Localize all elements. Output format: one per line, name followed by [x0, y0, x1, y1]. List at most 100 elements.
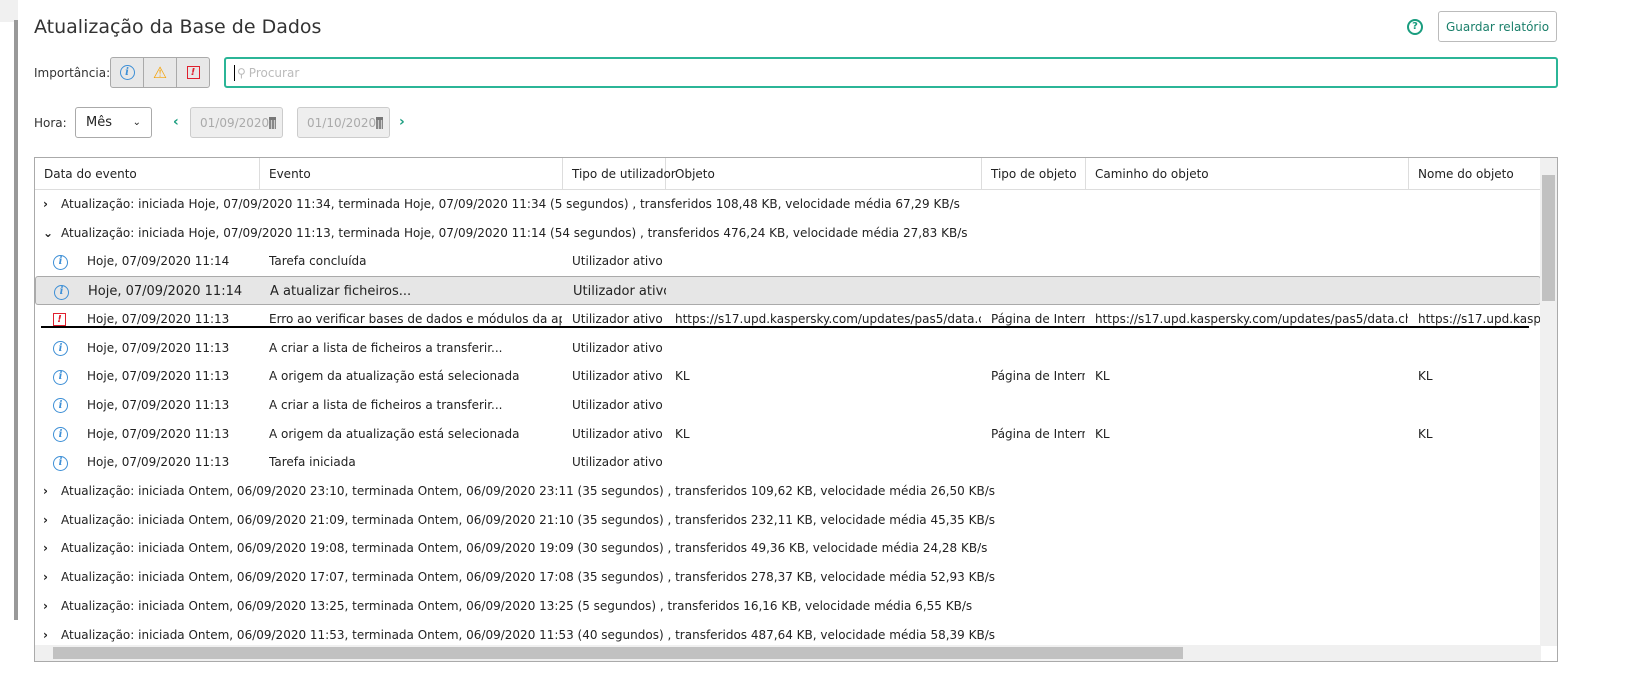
- chevron-right-icon[interactable]: ›: [43, 506, 48, 535]
- cell-event: A origem da atualização está selecionada: [269, 369, 520, 384]
- horizontal-scrollbar[interactable]: [35, 645, 1541, 661]
- chevron-right-icon[interactable]: ›: [43, 563, 48, 592]
- group-row[interactable]: ⌄ Atualização: iniciada Hoje, 07/09/2020 …: [35, 219, 1541, 248]
- table-row[interactable]: i Hoje, 07/09/2020 11:14 Tarefa concluída U…: [35, 247, 1541, 276]
- search-input[interactable]: ⚲ Procurar: [224, 57, 1558, 88]
- level-icon: i: [53, 455, 68, 471]
- chevron-right-icon[interactable]: ›: [43, 477, 48, 506]
- cell-event: A criar a lista de ficheiros a transferi…: [269, 397, 503, 412]
- level-icon: !: [53, 312, 66, 327]
- help-icon[interactable]: ?: [1407, 19, 1423, 35]
- importance-label: Importância:: [34, 66, 111, 80]
- level-icon: i: [53, 427, 68, 443]
- cell-user: Utilizador ativo: [572, 311, 663, 326]
- column-header[interactable]: Caminho do objeto: [1086, 158, 1409, 190]
- level-icon: i: [53, 254, 68, 270]
- table-row[interactable]: i Hoje, 07/09/2020 11:13 A criar a lista d…: [35, 334, 1541, 363]
- date-to-field[interactable]: 01/10/2020: [297, 107, 390, 138]
- cell-object: KL: [675, 426, 690, 441]
- column-header[interactable]: Tipo de utilizador: [563, 158, 676, 190]
- info-icon: i: [53, 254, 68, 270]
- filter-error-button[interactable]: !: [177, 58, 209, 87]
- level-icon: i: [54, 284, 69, 300]
- info-icon: i: [119, 65, 135, 80]
- cell-user: Utilizador ativo: [572, 340, 663, 355]
- period-value: Mês: [86, 115, 112, 130]
- cell-user: Utilizador ativo: [573, 284, 666, 300]
- group-row[interactable]: › Atualização: iniciada Ontem, 06/09/2020…: [35, 506, 1541, 535]
- prev-period-button[interactable]: ‹: [173, 114, 179, 130]
- filter-info-button[interactable]: i: [111, 58, 144, 87]
- search-icon: ⚲: [237, 65, 246, 80]
- cell-object: https://s17.upd.kaspersky.com/updates/pa…: [675, 311, 981, 326]
- date-from-value: 01/09/2020: [200, 115, 270, 130]
- cell-date: Hoje, 07/09/2020 11:13: [87, 369, 230, 384]
- table-row[interactable]: i Hoje, 07/09/2020 11:14 A atualizar fiche…: [35, 276, 1541, 306]
- cell-user: Utilizador ativo: [572, 426, 663, 441]
- next-period-button[interactable]: ›: [399, 114, 405, 130]
- cell-objtype: Página de Internet: [991, 426, 1085, 441]
- chevron-right-icon[interactable]: ›: [43, 534, 48, 563]
- group-summary: Atualização: iniciada Hoje, 07/09/2020 1…: [61, 197, 960, 211]
- cell-event: A atualizar ficheiros...: [270, 284, 412, 300]
- table-row[interactable]: i Hoje, 07/09/2020 11:13 A origem da atual…: [35, 362, 1541, 391]
- cell-name: KL: [1418, 369, 1433, 384]
- table-row[interactable]: i Hoje, 07/09/2020 11:13 A origem da atual…: [35, 420, 1541, 449]
- cell-path: KL: [1095, 369, 1110, 384]
- group-summary: Atualização: iniciada Ontem, 06/09/2020 …: [61, 541, 988, 556]
- group-row[interactable]: › Atualização: iniciada Hoje, 07/09/2020 …: [35, 190, 1541, 219]
- cell-object: KL: [675, 369, 690, 384]
- column-header[interactable]: Objeto: [666, 158, 982, 190]
- period-select[interactable]: Mês ⌄: [75, 107, 152, 138]
- warning-icon: ⚠: [152, 63, 168, 82]
- calendar-icon[interactable]: [269, 116, 276, 129]
- cell-user: Utilizador ativo: [572, 397, 663, 412]
- cell-date: Hoje, 07/09/2020 11:14: [87, 254, 230, 269]
- chevron-right-icon[interactable]: ›: [43, 190, 48, 219]
- left-scrollbar[interactable]: [14, 20, 18, 620]
- page-title: Atualização da Base de Dados: [34, 16, 322, 38]
- group-summary: Atualização: iniciada Ontem, 06/09/2020 …: [61, 484, 996, 498]
- cell-event: A criar a lista de ficheiros a transferi…: [269, 340, 503, 355]
- cell-date: Hoje, 07/09/2020 11:13: [87, 455, 230, 470]
- cell-objtype: Página de Internet: [991, 369, 1085, 384]
- group-row[interactable]: › Atualização: iniciada Ontem, 06/09/2020…: [35, 534, 1541, 563]
- table-row[interactable]: i Hoje, 07/09/2020 11:13 A criar a lista d…: [35, 391, 1541, 420]
- info-icon: i: [53, 455, 68, 471]
- cell-path: KL: [1095, 426, 1110, 441]
- cell-user: Utilizador ativo: [572, 254, 663, 269]
- cell-date: Hoje, 07/09/2020 11:14: [88, 284, 243, 300]
- group-row[interactable]: › Atualização: iniciada Ontem, 06/09/2020…: [35, 563, 1541, 592]
- chevron-down-icon[interactable]: ⌄: [43, 219, 53, 248]
- cell-date: Hoje, 07/09/2020 11:13: [87, 426, 230, 441]
- info-icon: i: [54, 284, 69, 300]
- column-header[interactable]: Nome do objeto: [1409, 158, 1541, 190]
- level-icon: i: [53, 341, 68, 356]
- cell-event: A origem da atualização está selecionada: [269, 426, 520, 441]
- date-from-field[interactable]: 01/09/2020: [190, 107, 283, 138]
- save-report-button[interactable]: Guardar relatório: [1438, 11, 1557, 42]
- table-row[interactable]: ! Hoje, 07/09/2020 11:13 Erro ao verificar…: [35, 305, 1541, 334]
- column-header[interactable]: Data do evento: [35, 158, 260, 190]
- column-header[interactable]: Tipo de objeto: [982, 158, 1086, 190]
- cell-objtype: Página de Internet: [991, 311, 1085, 326]
- table-header: Data do evento Evento Tipo de utilizador Ob…: [35, 158, 1541, 190]
- cell-event: Tarefa concluída: [269, 254, 367, 269]
- filter-warning-button[interactable]: ⚠: [144, 58, 177, 87]
- vertical-scrollbar[interactable]: [1540, 158, 1557, 646]
- group-row[interactable]: › Atualização: iniciada Ontem, 06/09/2020…: [35, 477, 1541, 506]
- calendar-icon[interactable]: [376, 116, 383, 129]
- error-icon: !: [186, 66, 200, 79]
- column-header[interactable]: Evento: [260, 158, 563, 190]
- group-summary: Atualização: iniciada Ontem, 06/09/2020 …: [61, 512, 996, 527]
- search-placeholder: Procurar: [248, 65, 300, 80]
- group-row[interactable]: › Atualização: iniciada Ontem, 06/09/2020…: [35, 592, 1541, 621]
- info-icon: i: [53, 341, 68, 356]
- importance-filter: i ⚠ !: [110, 57, 210, 88]
- chevron-right-icon[interactable]: ›: [43, 592, 48, 621]
- info-icon: i: [53, 369, 68, 385]
- cell-user: Utilizador ativo: [572, 455, 663, 470]
- table-row[interactable]: i Hoje, 07/09/2020 11:13 Tarefa iniciada Ut…: [35, 448, 1541, 477]
- chevron-down-icon: ⌄: [132, 117, 141, 128]
- cell-name: KL: [1418, 426, 1433, 441]
